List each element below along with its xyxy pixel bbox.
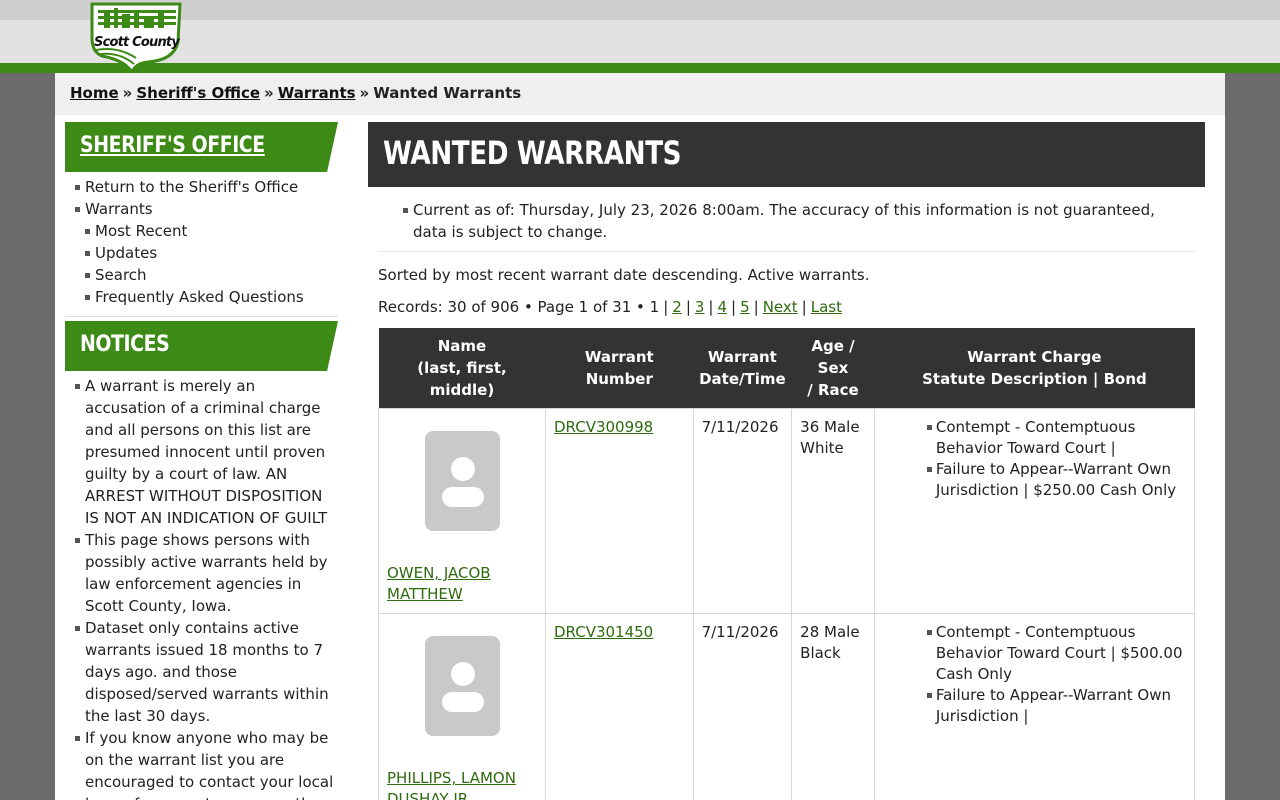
breadcrumb-home[interactable]: Home [70,84,119,102]
sidebar-item-search[interactable]: Search [85,264,338,286]
warrant-number-link[interactable]: DRCV300998 [554,418,653,436]
age-sex-race-cell: 28 Male Black [791,613,875,800]
page-link-next[interactable]: Next [763,298,798,316]
sidebar: SHERIFF'S OFFICE Return to the Sheriff's… [65,122,338,800]
name-cell: PHILLIPS, LAMON DUSHAY JR. [378,613,546,800]
page-link-last[interactable]: Last [811,298,842,316]
person-name-link[interactable]: OWEN, JACOB MATTHEW [387,564,491,603]
data-notice: Current as of: Thursday, July 23, 2026 8… [378,187,1195,252]
age-sex-race-cell: 36 Male White [791,408,875,614]
top-bar [0,0,1280,20]
header-green-stripe [0,63,1280,73]
page-link-5[interactable]: 5 [740,298,750,316]
sidebar-nav: Return to the Sheriff's Office Warrants … [65,176,338,308]
current-as-of-note: Current as of: Thursday, July 23, 2026 8… [403,199,1185,243]
sidebar-notices-heading: NOTICES [65,321,338,371]
charge-item: Contempt - Contemptuous Behavior Toward … [926,417,1186,459]
sidebar-item-return[interactable]: Return to the Sheriff's Office [75,176,338,198]
breadcrumb-separator: » [122,84,133,102]
page-link-4[interactable]: 4 [717,298,727,316]
page-link-2[interactable]: 2 [672,298,682,316]
name-cell: OWEN, JACOB MATTHEW [378,408,546,614]
notice-item: This page shows persons with possibly ac… [75,529,338,617]
charges-cell: Contempt - Contemptuous Behavior Toward … [873,613,1196,800]
charge-item: Failure to Appear--Warrant Own Jurisdict… [926,685,1186,727]
logo-text: Scott County [94,35,180,50]
table-header-row: Name (last, first, middle) Warrant Number … [378,328,1195,409]
person-name-link[interactable]: PHILLIPS, LAMON DUSHAY JR. [387,769,516,800]
charge-list: Contempt - Contemptuous Behavior Toward … [883,622,1186,727]
notice-item: A warrant is merely an accusation of a c… [75,375,338,529]
main-content: WANTED WARRANTS Current as of: Thursday,… [368,122,1205,800]
breadcrumb-current: Wanted Warrants [373,84,522,102]
person-placeholder-icon [424,431,500,531]
warrant-date-cell: 7/11/2026 [692,408,793,614]
notices-list: A warrant is merely an accusation of a c… [65,375,338,800]
charge-item: Contempt - Contemptuous Behavior Toward … [926,622,1186,685]
charge-item: Failure to Appear--Warrant Own Jurisdict… [926,459,1186,501]
sidebar-divider [65,316,338,317]
scott-county-logo[interactable]: Scott County [88,2,186,76]
table-row: PHILLIPS, LAMON DUSHAY JR. DRCV301450 7/… [378,613,1196,800]
notices-heading-label: NOTICES [80,332,170,357]
charge-list: Contempt - Contemptuous Behavior Toward … [883,417,1186,501]
header-band [0,20,1280,63]
page-link-3[interactable]: 3 [695,298,705,316]
breadcrumb-sheriffs-office[interactable]: Sheriff's Office [136,84,260,102]
sidebar-item-updates[interactable]: Updates [85,242,338,264]
col-warrant-date[interactable]: Warrant Date/Time [693,328,792,409]
col-age-sex-race[interactable]: Age / Sex / Race [791,328,875,409]
pagination: Records: 30 of 906 • Page 1 of 31 • 1 | 2 |… [378,298,842,316]
col-warrant-charge[interactable]: Warrant Charge Statute Description | Bond [874,328,1195,409]
sidebar-item-faq[interactable]: Frequently Asked Questions [85,286,338,308]
col-name[interactable]: Name (last, first, middle) [378,328,546,409]
person-placeholder-icon [424,636,500,736]
warrants-table: Name (last, first, middle) Warrant Number … [378,328,1196,800]
page-wrapper: Home» Sheriff's Office» Warrants» Wanted Wa… [55,73,1225,800]
page-title: WANTED WARRANTS [383,134,682,172]
warrant-number-cell: DRCV300998 [545,408,694,614]
sidebar-sheriffs-office-heading[interactable]: SHERIFF'S OFFICE [65,122,338,172]
sort-description: Sorted by most recent warrant date desce… [378,266,870,284]
records-summary: Records: 30 of 906 • Page 1 of 31 • 1 [378,298,660,316]
breadcrumb-separator: » [359,84,370,102]
page-title-bar: WANTED WARRANTS [368,122,1205,187]
sidebar-item-most-recent[interactable]: Most Recent [85,220,338,242]
sidebar-heading-label: SHERIFF'S OFFICE [80,133,265,158]
notice-item: If you know anyone who may be on the war… [75,727,338,800]
sidebar-item-warrants[interactable]: Warrants [75,198,338,220]
warrant-number-link[interactable]: DRCV301450 [554,623,653,641]
table-row: OWEN, JACOB MATTHEW DRCV300998 7/11/2026… [378,408,1196,614]
notice-item: Dataset only contains active warrants is… [75,617,338,727]
breadcrumb-separator: » [264,84,274,102]
col-warrant-number[interactable]: Warrant Number [545,328,694,409]
breadcrumb-warrants[interactable]: Warrants [278,84,356,102]
warrant-date-cell: 7/11/2026 [692,613,793,800]
charges-cell: Contempt - Contemptuous Behavior Toward … [873,408,1196,614]
warrant-number-cell: DRCV301450 [545,613,694,800]
breadcrumb: Home» Sheriff's Office» Warrants» Wanted Wa… [55,73,1225,115]
